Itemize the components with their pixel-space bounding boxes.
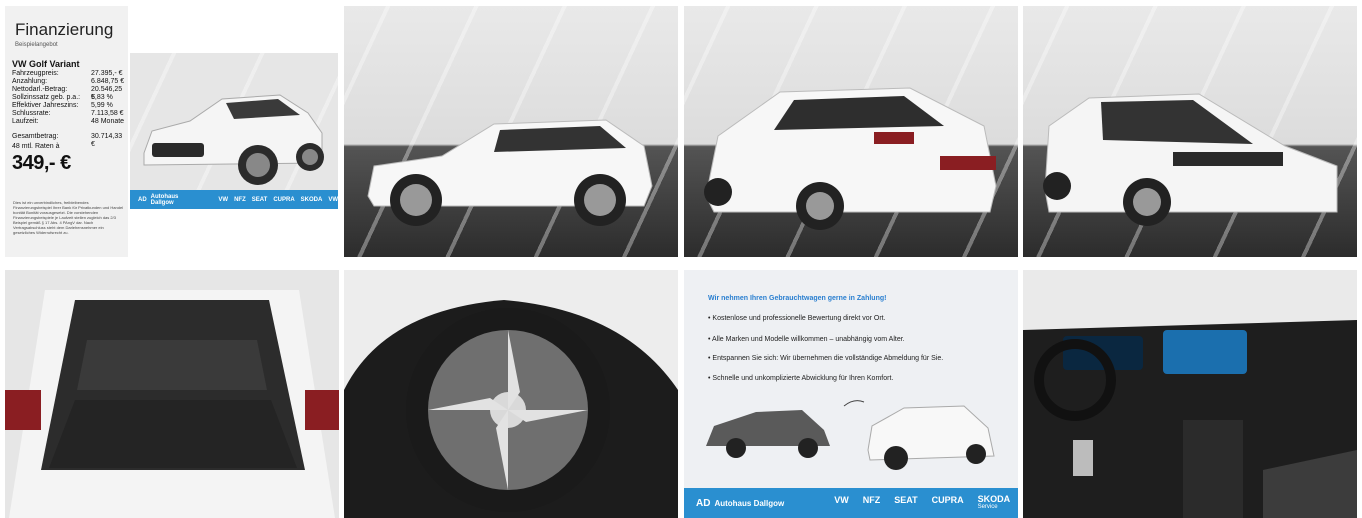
finance-rate-price: 349,- € xyxy=(12,152,71,174)
nfz-logo-icon: NFZ xyxy=(862,495,881,505)
finance-model: VW Golf Variant xyxy=(12,59,80,69)
finance-row: Sollzinssatz geb. p.a.: 5,83 % xyxy=(12,94,113,101)
trunk-image xyxy=(5,270,339,518)
dealer-name: Autohaus Dallgow xyxy=(150,193,179,206)
skoda-logo-icon: SKODA xyxy=(300,196,323,203)
vw-logo-icon: VW xyxy=(218,196,229,203)
interior-image xyxy=(1023,270,1357,518)
car-front-three-quarter-image xyxy=(1043,93,1338,226)
dealer-logo-icon: AD xyxy=(696,497,711,509)
finance-dealer-bar: AD Autohaus Dallgow VW NFZ SEAT CUPRA SK… xyxy=(130,190,338,209)
nfz-logo-icon: NFZ xyxy=(234,196,246,203)
car-rear-image xyxy=(704,87,997,230)
finance-row: Schlussrate: 7.113,58 € xyxy=(12,110,124,117)
car-side-image xyxy=(367,119,653,226)
car-rear-photo[interactable] xyxy=(684,6,1018,257)
vw-logo-icon: VW xyxy=(834,495,849,505)
finance-title: Finanzierung xyxy=(15,20,114,39)
finance-rates-label: 48 mtl. Raten à xyxy=(12,143,60,150)
finance-row: Laufzeit: 48 Monate xyxy=(12,118,125,125)
finance-disclaimer: Dies ist ein unverbindliches, freibleibe… xyxy=(13,200,124,235)
car-front-photo[interactable] xyxy=(1023,6,1357,257)
vw-nfz-logo-icon: VW xyxy=(328,196,338,203)
cupra-logo-icon: CUPRA xyxy=(931,495,964,505)
finance-row: Effektiver Jahreszins: 5,99 % xyxy=(12,102,113,109)
car-front-image xyxy=(143,94,324,185)
finance-row: Anzahlung: 6.848,75 € xyxy=(12,78,125,85)
trade-in-cars-image xyxy=(706,400,995,470)
trade-in-panel: Wir nehmen Ihren Gebrauchtwagen gerne in… xyxy=(684,270,1018,518)
trade-in-dealer-bar: AD Autohaus Dallgow VW NFZ SEAT CUPRA SK… xyxy=(684,488,1018,518)
seat-logo-icon: SEAT xyxy=(894,495,918,505)
skoda-service-logo: SKODA Service xyxy=(977,494,1011,511)
dealer-logo-icon: AD xyxy=(138,196,147,203)
finance-subtitle: Beispielangebot xyxy=(15,42,58,48)
finance-car-image xyxy=(130,53,338,209)
car-trunk-photo[interactable] xyxy=(5,270,339,518)
car-interior-photo[interactable] xyxy=(1023,270,1357,518)
cupra-logo-icon: CUPRA xyxy=(273,196,295,203)
car-wheel-photo[interactable] xyxy=(344,270,678,518)
finance-row: Fahrzeugpreis: 27.395,- € xyxy=(12,70,123,77)
finance-panel: Finanzierung Beispielangebot VW Golf Var… xyxy=(5,6,128,257)
seat-logo-icon: SEAT xyxy=(251,196,268,203)
wheel-image xyxy=(344,270,678,518)
dealer-name: Autohaus Dallgow xyxy=(714,498,785,508)
car-side-photo[interactable] xyxy=(344,6,678,257)
